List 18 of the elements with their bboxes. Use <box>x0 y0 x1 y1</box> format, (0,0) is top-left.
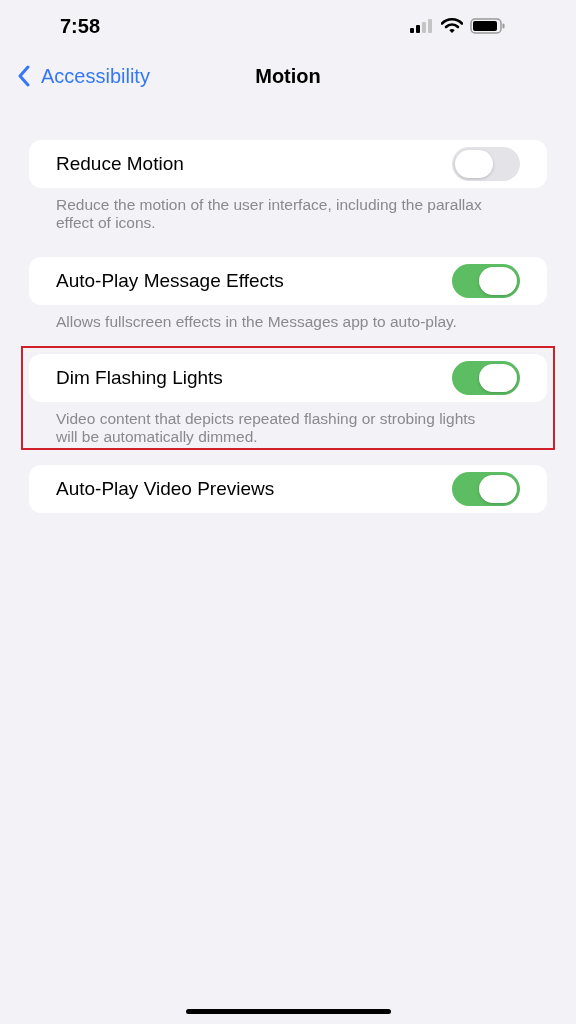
toggle-switch[interactable] <box>452 361 520 395</box>
setting-label: Dim Flashing Lights <box>56 367 223 389</box>
chevron-left-icon <box>17 65 31 87</box>
signal-icon <box>410 19 434 33</box>
toggle-switch[interactable] <box>452 264 520 298</box>
wifi-icon <box>441 18 463 34</box>
toggle-switch[interactable] <box>452 472 520 506</box>
setting-description: Allows fullscreen effects in the Messages app to auto-play. <box>56 313 458 331</box>
status-time: 7:58 <box>60 14 101 38</box>
back-button[interactable]: Accessibility <box>0 64 150 88</box>
setting-label: Auto-Play Message Effects <box>56 270 284 292</box>
battery-icon <box>470 18 506 34</box>
setting-label: Auto-Play Video Previews <box>56 478 275 500</box>
setting-description: Reduce the motion of the user interface, including the parallax effect of icons. <box>56 196 483 232</box>
setting-description: Video content that depicts repeated flashing or strobing lights will be automatically dimmed. <box>56 410 477 446</box>
setting-label: Reduce Motion <box>56 153 184 175</box>
toggle-switch[interactable] <box>452 147 520 181</box>
page-title: Motion <box>255 64 321 88</box>
